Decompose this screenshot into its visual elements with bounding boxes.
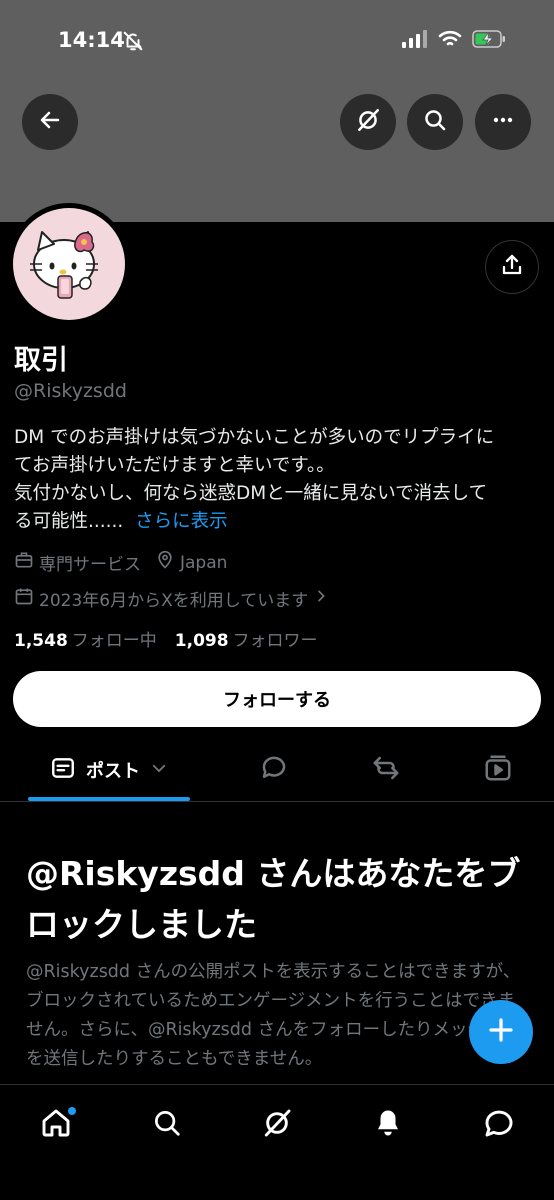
followers-label: フォロワー [232, 631, 318, 651]
reply-bubble-icon [259, 753, 289, 787]
profile-bio: DM でのお声掛けは気づかないことが多いのでリプライに てお声掛けいただけますと… [14, 424, 542, 536]
location-pin-icon [155, 550, 175, 575]
bio-line: DM でのお声掛けは気づかないことが多いのでリプライに [14, 427, 495, 448]
chevron-down-icon [150, 759, 168, 781]
joined-item: 2023年6月からXを利用しています [14, 586, 329, 611]
joined-label: 2023年6月からXを利用しています [39, 591, 309, 611]
show-more-link[interactable]: さらに表示 [135, 511, 228, 532]
nav-home[interactable] [34, 1103, 78, 1147]
bio-line-last: る可能性...... さらに表示 [14, 508, 542, 536]
active-tab-indicator [28, 797, 190, 801]
blocked-title: @Riskyzsdd さんはあなたをブロックしました [26, 854, 521, 944]
nav-notifications[interactable] [366, 1103, 410, 1147]
tab-videos[interactable] [474, 740, 522, 800]
followers-count: 1,098 [174, 631, 229, 651]
bell-icon [373, 1108, 403, 1142]
home-icon [40, 1107, 72, 1143]
message-bubble-icon [483, 1107, 515, 1143]
more-horizontal-icon [491, 108, 515, 136]
joined-row[interactable]: 2023年6月からXを利用しています [14, 586, 343, 611]
avatar[interactable] [8, 203, 130, 325]
bio-line: 気付かないし、何なら迷惑DMと一緒に見ないで消去して [14, 483, 488, 504]
briefcase-icon [14, 550, 34, 575]
following-label: フォロー中 [71, 631, 157, 651]
arrow-left-icon [38, 108, 62, 136]
following-link[interactable]: 1,548 フォロー中 [14, 626, 157, 651]
repost-icon [370, 753, 402, 787]
share-button[interactable] [485, 240, 539, 294]
battery-charging-icon [472, 30, 506, 52]
status-indicators [402, 30, 506, 52]
grok-button[interactable] [340, 94, 396, 150]
posts-icon [50, 755, 76, 785]
tab-posts[interactable]: ポスト [28, 740, 190, 800]
wifi-icon [438, 30, 462, 52]
share-icon [500, 253, 524, 281]
profile-name: 取引 [14, 345, 68, 376]
tab-replies[interactable] [250, 740, 298, 800]
plus-icon [486, 1015, 516, 1049]
bio-line: る可能性...... [14, 511, 124, 532]
category-item: 専門サービス [14, 550, 141, 575]
follow-stats: 1,548 フォロー中 1,098 フォロワー [14, 626, 318, 651]
status-time: 14:14 [58, 28, 125, 52]
grok-icon [261, 1107, 293, 1143]
blocked-description: @Riskyzsdd さんの公開ポストを表示することはできますが、ブロックされて… [26, 962, 521, 1069]
location-item: Japan [155, 550, 227, 575]
video-icon [483, 753, 513, 787]
silent-mode-icon [122, 30, 144, 56]
profile-meta: 専門サービス Japan [14, 550, 241, 575]
location-label: Japan [180, 552, 228, 573]
nav-messages[interactable] [477, 1103, 521, 1147]
cellular-signal-icon [402, 30, 428, 52]
chevron-right-icon [313, 588, 329, 609]
bio-line: てお声掛けいただけますと幸いです。。 [14, 455, 335, 476]
grok-icon [355, 107, 381, 137]
search-button[interactable] [407, 94, 463, 150]
profile-tabs: ポスト [0, 740, 554, 802]
nav-grok[interactable] [255, 1103, 299, 1147]
avatar-image [13, 208, 125, 320]
tab-reposts[interactable] [362, 740, 410, 800]
profile-handle: @Riskyzsdd [14, 380, 127, 402]
tab-posts-label: ポスト [86, 761, 140, 782]
home-indicator [140, 1180, 414, 1186]
following-count: 1,548 [14, 631, 68, 651]
category-label: 専門サービス [39, 555, 141, 575]
follow-button[interactable]: フォローする [13, 671, 541, 727]
compose-button[interactable] [469, 1000, 533, 1064]
nav-search[interactable] [145, 1103, 189, 1147]
calendar-icon [14, 586, 34, 611]
search-icon [423, 108, 447, 136]
more-options-button[interactable] [475, 94, 531, 150]
new-activity-dot [68, 1107, 76, 1115]
followers-link[interactable]: 1,098 フォロワー [175, 626, 318, 651]
search-icon [152, 1108, 182, 1142]
back-button[interactable] [22, 94, 78, 150]
